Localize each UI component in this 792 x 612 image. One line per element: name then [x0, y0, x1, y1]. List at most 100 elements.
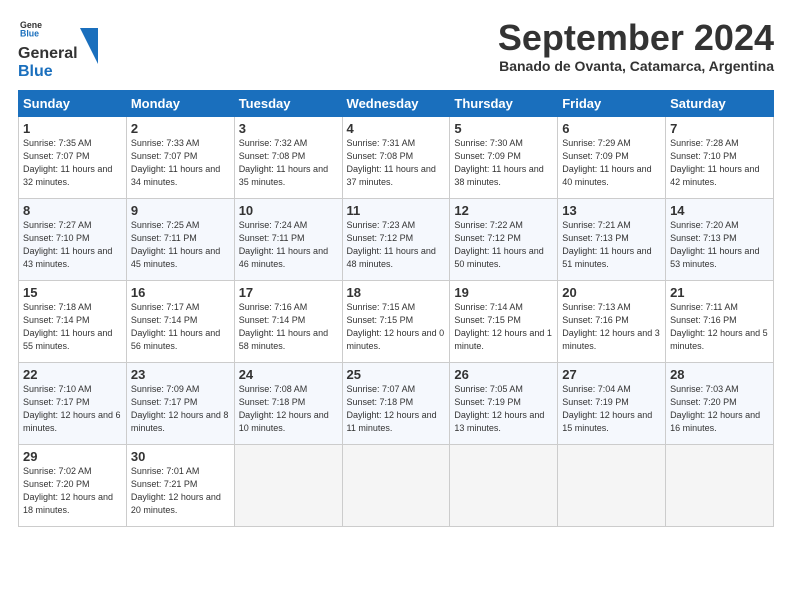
day-info: Sunrise: 7:29 AMSunset: 7:09 PMDaylight:…	[562, 138, 651, 187]
col-monday: Monday	[126, 90, 234, 116]
day-info: Sunrise: 7:30 AMSunset: 7:09 PMDaylight:…	[454, 138, 543, 187]
day-info: Sunrise: 7:24 AMSunset: 7:11 PMDaylight:…	[239, 220, 328, 269]
day-number: 22	[23, 367, 122, 382]
calendar-cell: 26 Sunrise: 7:05 AMSunset: 7:19 PMDayligh…	[450, 362, 558, 444]
day-info: Sunrise: 7:09 AMSunset: 7:17 PMDaylight:…	[131, 384, 229, 433]
day-number: 27	[562, 367, 661, 382]
calendar-cell: 9Sunrise: 7:25 AMSunset: 7:11 PMDaylight…	[126, 198, 234, 280]
calendar-cell: 29Sunrise: 7:02 AMSunset: 7:20 PMDayligh…	[19, 444, 127, 526]
calendar-cell: 27 Sunrise: 7:04 AMSunset: 7:19 PMDayligh…	[558, 362, 666, 444]
calendar-cell: 8Sunrise: 7:27 AMSunset: 7:10 PMDaylight…	[19, 198, 127, 280]
calendar-cell: 10 Sunrise: 7:24 AMSunset: 7:11 PMDayligh…	[234, 198, 342, 280]
day-info: Sunrise: 7:28 AMSunset: 7:10 PMDaylight:…	[670, 138, 759, 187]
day-number: 11	[347, 203, 446, 218]
day-number: 3	[239, 121, 338, 136]
calendar-week-row: 8Sunrise: 7:27 AMSunset: 7:10 PMDaylight…	[19, 198, 774, 280]
logo-icon: General Blue	[20, 18, 42, 40]
day-number: 23	[131, 367, 230, 382]
logo-triangle-icon	[80, 28, 98, 64]
calendar-cell: 16Sunrise: 7:17 AMSunset: 7:14 PMDayligh…	[126, 280, 234, 362]
day-info: Sunrise: 7:22 AMSunset: 7:12 PMDaylight:…	[454, 220, 543, 269]
day-info: Sunrise: 7:32 AMSunset: 7:08 PMDaylight:…	[239, 138, 328, 187]
calendar-week-row: 15Sunrise: 7:18 AMSunset: 7:14 PMDayligh…	[19, 280, 774, 362]
calendar-cell: 15Sunrise: 7:18 AMSunset: 7:14 PMDayligh…	[19, 280, 127, 362]
day-info: Sunrise: 7:07 AMSunset: 7:18 PMDaylight:…	[347, 384, 437, 433]
day-info: Sunrise: 7:05 AMSunset: 7:19 PMDaylight:…	[454, 384, 544, 433]
col-friday: Friday	[558, 90, 666, 116]
day-number: 20	[562, 285, 661, 300]
day-number: 26	[454, 367, 553, 382]
calendar-cell: 24Sunrise: 7:08 AMSunset: 7:18 PMDayligh…	[234, 362, 342, 444]
calendar-cell: 2Sunrise: 7:33 AMSunset: 7:07 PMDaylight…	[126, 116, 234, 198]
calendar-cell: 23 Sunrise: 7:09 AMSunset: 7:17 PMDayligh…	[126, 362, 234, 444]
day-number: 15	[23, 285, 122, 300]
calendar-cell	[558, 444, 666, 526]
calendar-cell: 6Sunrise: 7:29 AMSunset: 7:09 PMDaylight…	[558, 116, 666, 198]
calendar-cell: 1Sunrise: 7:35 AMSunset: 7:07 PMDaylight…	[19, 116, 127, 198]
day-info: Sunrise: 7:13 AMSunset: 7:16 PMDaylight:…	[562, 302, 660, 351]
day-number: 25	[347, 367, 446, 382]
day-info: Sunrise: 7:27 AMSunset: 7:10 PMDaylight:…	[23, 220, 112, 269]
svg-text:Blue: Blue	[20, 29, 39, 39]
calendar-cell: 11 Sunrise: 7:23 AMSunset: 7:12 PMDayligh…	[342, 198, 450, 280]
day-number: 16	[131, 285, 230, 300]
calendar-cell: 5 Sunrise: 7:30 AMSunset: 7:09 PMDaylight…	[450, 116, 558, 198]
calendar-week-row: 22Sunrise: 7:10 AMSunset: 7:17 PMDayligh…	[19, 362, 774, 444]
calendar-cell: 12 Sunrise: 7:22 AMSunset: 7:12 PMDayligh…	[450, 198, 558, 280]
location: Banado de Ovanta, Catamarca, Argentina	[498, 58, 774, 74]
calendar-cell: 4 Sunrise: 7:31 AMSunset: 7:08 PMDaylight…	[342, 116, 450, 198]
title-block: September 2024 Banado de Ovanta, Catamar…	[498, 18, 774, 74]
day-info: Sunrise: 7:31 AMSunset: 7:08 PMDaylight:…	[347, 138, 436, 187]
day-number: 17	[239, 285, 338, 300]
day-number: 18	[347, 285, 446, 300]
calendar-cell: 30Sunrise: 7:01 AMSunset: 7:21 PMDayligh…	[126, 444, 234, 526]
calendar-cell: 28 Sunrise: 7:03 AMSunset: 7:20 PMDayligh…	[666, 362, 774, 444]
calendar-week-row: 1Sunrise: 7:35 AMSunset: 7:07 PMDaylight…	[19, 116, 774, 198]
day-number: 12	[454, 203, 553, 218]
day-info: Sunrise: 7:20 AMSunset: 7:13 PMDaylight:…	[670, 220, 759, 269]
day-number: 10	[239, 203, 338, 218]
calendar-cell	[450, 444, 558, 526]
col-tuesday: Tuesday	[234, 90, 342, 116]
day-info: Sunrise: 7:03 AMSunset: 7:20 PMDaylight:…	[670, 384, 760, 433]
col-thursday: Thursday	[450, 90, 558, 116]
day-number: 21	[670, 285, 769, 300]
calendar-cell: 13Sunrise: 7:21 AMSunset: 7:13 PMDayligh…	[558, 198, 666, 280]
day-number: 14	[670, 203, 769, 218]
day-number: 19	[454, 285, 553, 300]
calendar-cell: 14 Sunrise: 7:20 AMSunset: 7:13 PMDayligh…	[666, 198, 774, 280]
day-info: Sunrise: 7:04 AMSunset: 7:19 PMDaylight:…	[562, 384, 652, 433]
calendar-cell: 22Sunrise: 7:10 AMSunset: 7:17 PMDayligh…	[19, 362, 127, 444]
calendar-cell: 3 Sunrise: 7:32 AMSunset: 7:08 PMDaylight…	[234, 116, 342, 198]
day-number: 13	[562, 203, 661, 218]
calendar-cell: 18Sunrise: 7:15 AMSunset: 7:15 PMDayligh…	[342, 280, 450, 362]
header-row: Sunday Monday Tuesday Wednesday Thursday…	[19, 90, 774, 116]
calendar-cell: 21 Sunrise: 7:11 AMSunset: 7:16 PMDayligh…	[666, 280, 774, 362]
month-title: September 2024	[498, 18, 774, 58]
day-info: Sunrise: 7:35 AMSunset: 7:07 PMDaylight:…	[23, 138, 112, 187]
day-number: 5	[454, 121, 553, 136]
calendar-cell: 20 Sunrise: 7:13 AMSunset: 7:16 PMDayligh…	[558, 280, 666, 362]
day-info: Sunrise: 7:11 AMSunset: 7:16 PMDaylight:…	[670, 302, 768, 351]
calendar-cell: 19 Sunrise: 7:14 AMSunset: 7:15 PMDayligh…	[450, 280, 558, 362]
page: General Blue General Blue September 2024…	[0, 0, 792, 537]
col-saturday: Saturday	[666, 90, 774, 116]
day-number: 7	[670, 121, 769, 136]
calendar-cell	[666, 444, 774, 526]
day-number: 24	[239, 367, 338, 382]
day-number: 4	[347, 121, 446, 136]
day-number: 28	[670, 367, 769, 382]
day-info: Sunrise: 7:33 AMSunset: 7:07 PMDaylight:…	[131, 138, 220, 187]
calendar-week-row: 29Sunrise: 7:02 AMSunset: 7:20 PMDayligh…	[19, 444, 774, 526]
day-info: Sunrise: 7:02 AMSunset: 7:20 PMDaylight:…	[23, 466, 113, 515]
calendar-cell	[342, 444, 450, 526]
calendar-table: Sunday Monday Tuesday Wednesday Thursday…	[18, 90, 774, 527]
logo-line1: General	[18, 45, 78, 63]
day-number: 30	[131, 449, 230, 464]
day-info: Sunrise: 7:23 AMSunset: 7:12 PMDaylight:…	[347, 220, 436, 269]
calendar-cell: 17 Sunrise: 7:16 AMSunset: 7:14 PMDayligh…	[234, 280, 342, 362]
col-sunday: Sunday	[19, 90, 127, 116]
day-info: Sunrise: 7:16 AMSunset: 7:14 PMDaylight:…	[239, 302, 328, 351]
day-info: Sunrise: 7:14 AMSunset: 7:15 PMDaylight:…	[454, 302, 552, 351]
day-info: Sunrise: 7:25 AMSunset: 7:11 PMDaylight:…	[131, 220, 220, 269]
